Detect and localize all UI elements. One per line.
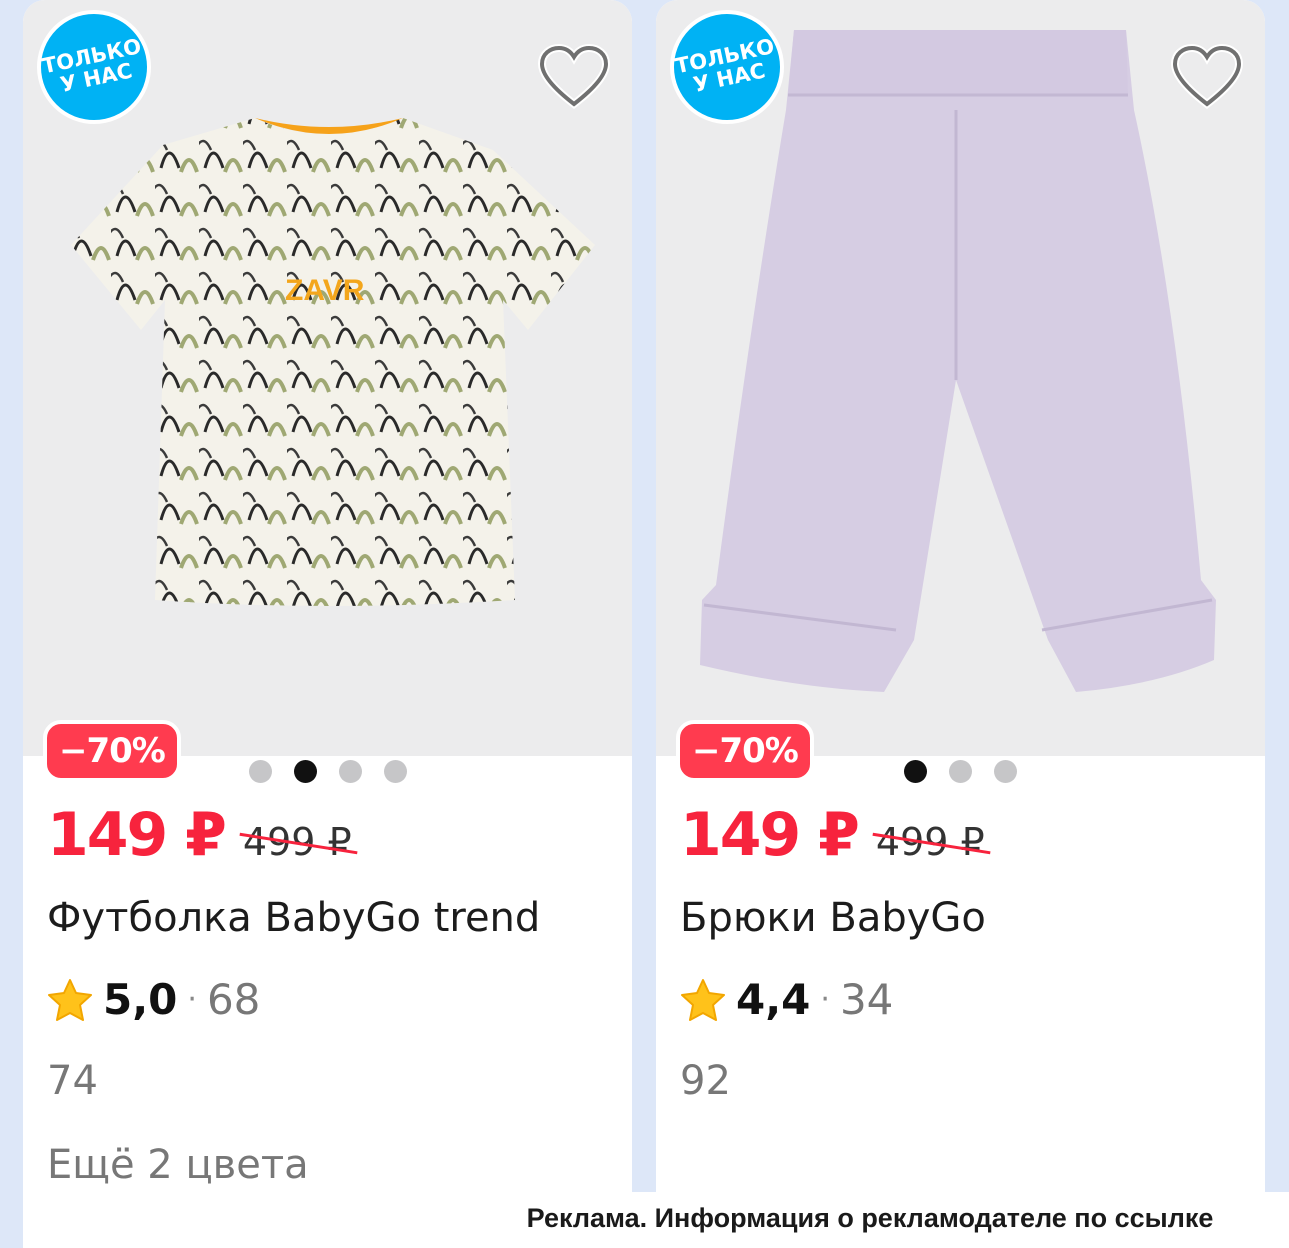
gallery-dot[interactable] [249,760,272,783]
gallery-dot-active[interactable] [294,760,317,783]
tshirt-print-text: ZAVR [285,274,365,307]
gallery-dots [249,760,407,783]
rating: 5,0 · 68 [47,975,260,1024]
gallery-dot[interactable] [994,760,1017,783]
more-colors-link[interactable]: Ещё 2 цвета [47,1142,309,1188]
price-row: 149 ₽ 499 ₽ [47,800,358,870]
size: 92 [680,1058,731,1104]
rating-value: 5,0 [103,975,178,1024]
heart-outline-icon[interactable] [538,44,610,110]
current-price: 149 ₽ [47,800,227,870]
product-photo[interactable]: ZAVR ТОЛЬКО У НАС [23,0,632,756]
reviews-count[interactable]: 68 [207,975,260,1024]
product-photo[interactable]: ТОЛЬКО У НАС [656,0,1265,756]
size: 74 [47,1058,98,1104]
rating: 4,4 · 34 [680,975,893,1024]
rating-separator: · [820,982,830,1017]
discount-badge: −70% [676,720,814,782]
gallery-dot[interactable] [339,760,362,783]
heart-outline-icon[interactable] [1171,44,1243,110]
exclusive-badge-label: ТОЛЬКО У НАС [672,34,777,98]
ad-notice-link[interactable]: Реклама. Информация о рекламодателе по с… [451,1192,1289,1248]
old-price: 499 ₽ [239,820,358,864]
star-icon [48,978,92,1021]
rating-separator: · [187,982,197,1017]
reviews-count[interactable]: 34 [840,975,893,1024]
gallery-dots [904,760,1017,783]
exclusive-badge-label: ТОЛЬКО У НАС [39,34,144,98]
current-price: 149 ₽ [680,800,860,870]
star-icon [681,978,725,1021]
product-title[interactable]: Брюки BabyGo [680,895,986,941]
rating-value: 4,4 [736,975,811,1024]
discount-badge: −70% [43,720,181,782]
gallery-dot[interactable] [949,760,972,783]
old-price: 499 ₽ [872,820,991,864]
gallery-dot[interactable] [384,760,407,783]
product-card-pants[interactable]: ТОЛЬКО У НАС −70% 149 ₽ 499 ₽ Брюки Baby… [656,0,1265,1248]
price-row: 149 ₽ 499 ₽ [680,800,991,870]
product-title[interactable]: Футболка BabyGo trend [47,895,540,941]
gallery-dot-active[interactable] [904,760,927,783]
product-card-tshirt[interactable]: ZAVR ТОЛЬКО У НАС −70% 149 ₽ 499 ₽ Футбо… [23,0,632,1248]
